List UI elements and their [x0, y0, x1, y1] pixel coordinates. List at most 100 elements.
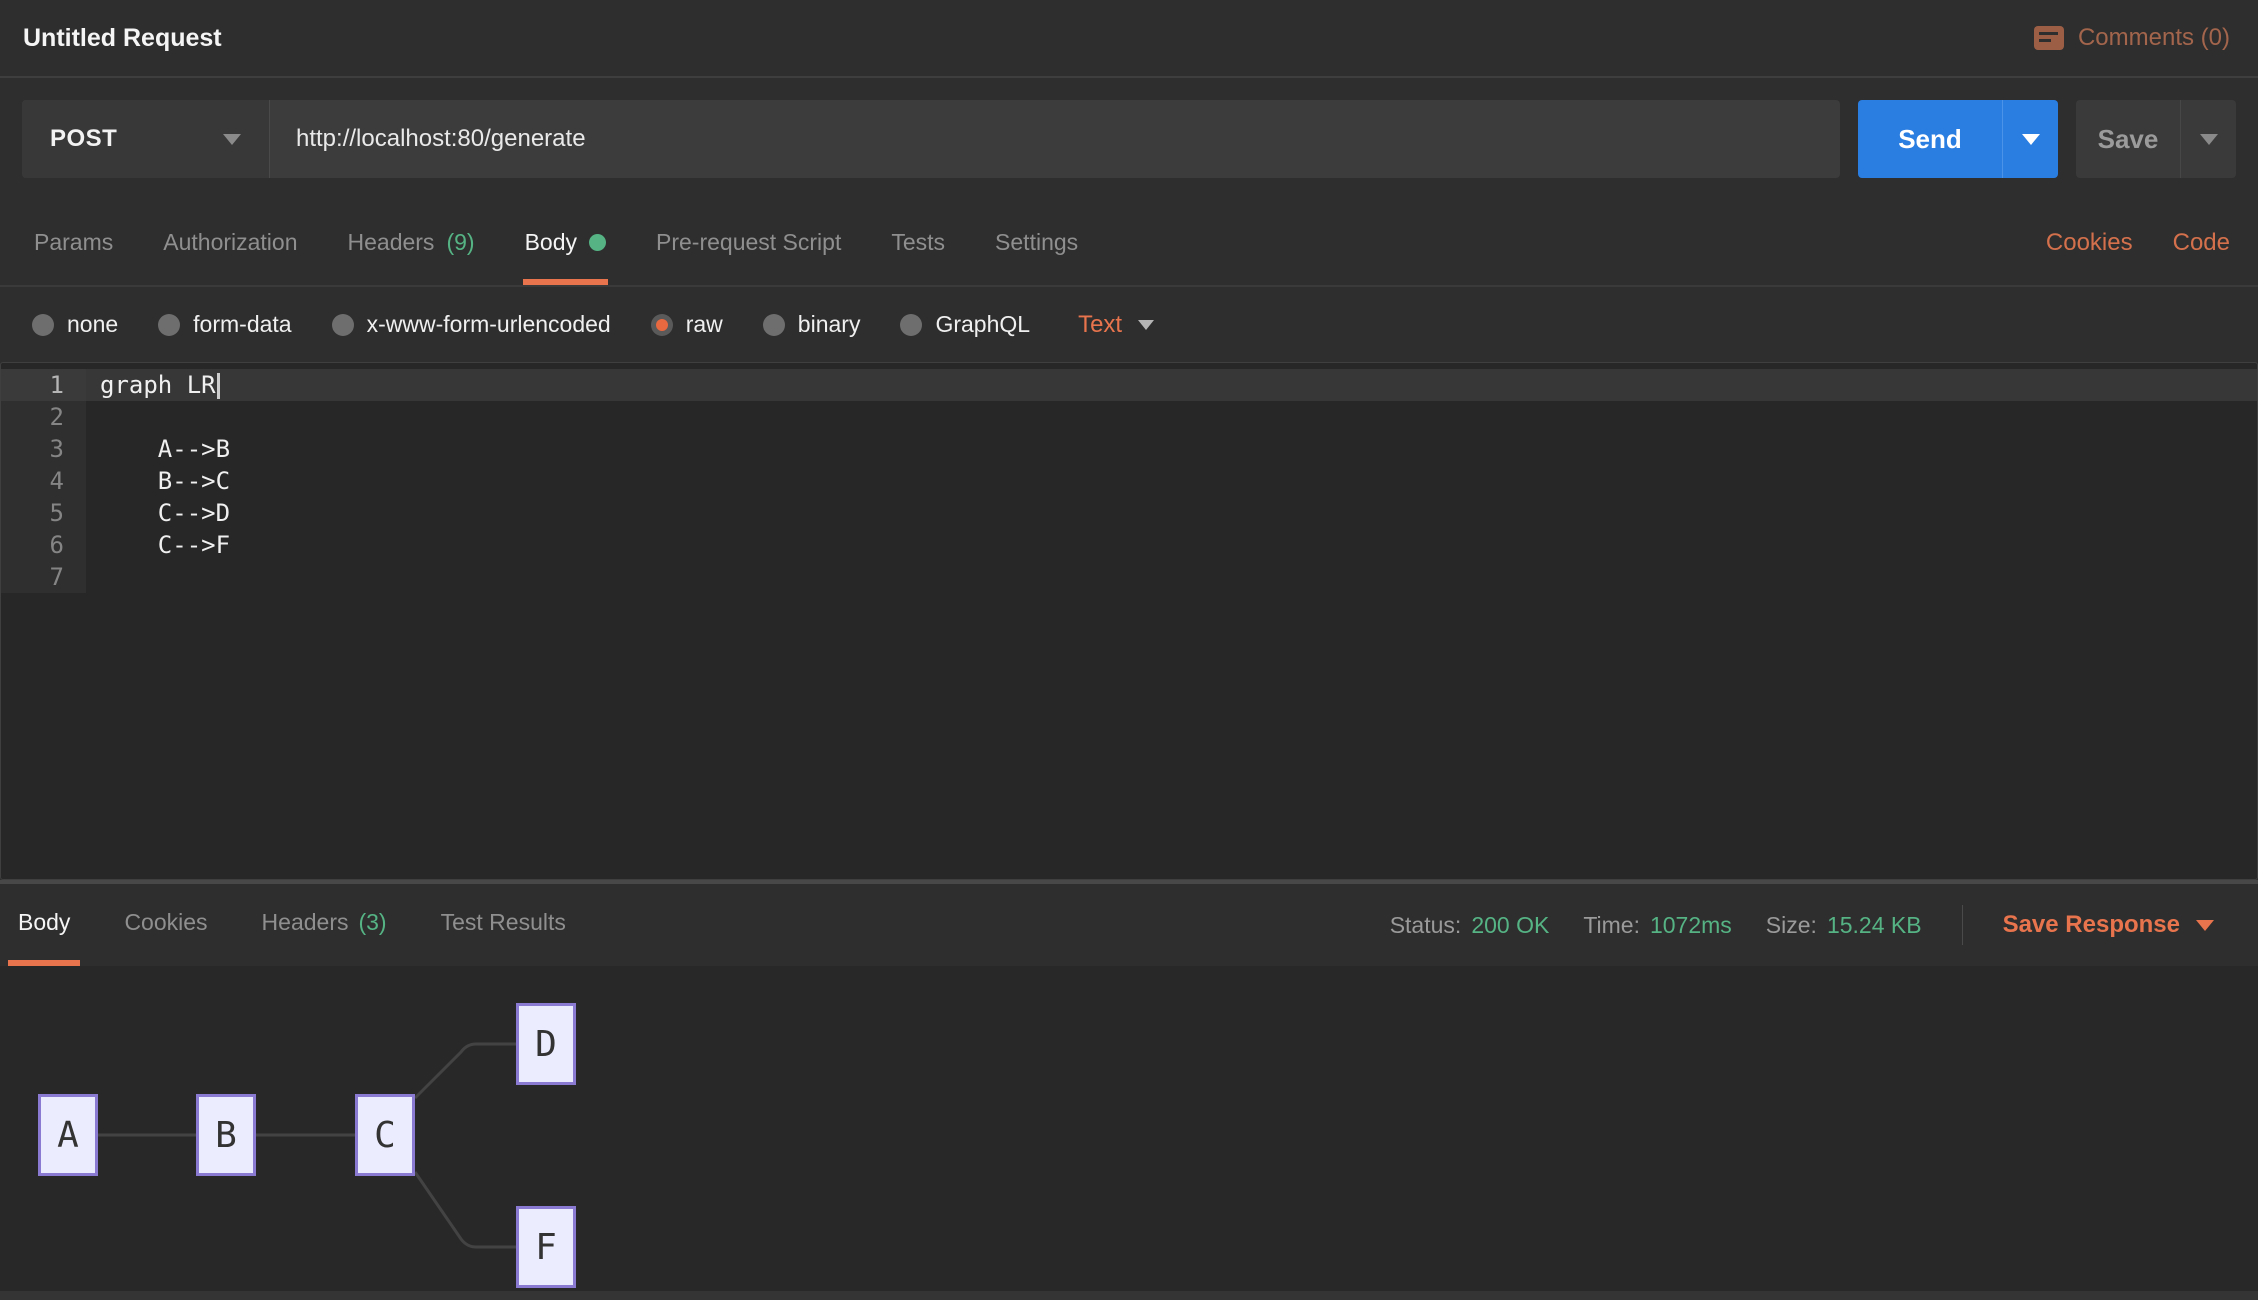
radio-icon	[32, 314, 54, 336]
radio-form-data[interactable]: form-data	[158, 311, 291, 338]
radio-urlencoded-label: x-www-form-urlencoded	[367, 311, 611, 338]
chevron-down-icon	[2200, 134, 2218, 145]
response-tab-cookies[interactable]: Cookies	[114, 884, 217, 966]
radio-binary-label: binary	[798, 311, 861, 338]
tabs-right-links: Cookies Code	[2046, 200, 2230, 285]
graph-node[interactable]: D	[516, 1003, 576, 1085]
text-cursor	[217, 373, 220, 399]
editor-line[interactable]: 2	[1, 401, 2257, 433]
graph-node[interactable]: B	[196, 1094, 256, 1176]
request-body-editor[interactable]: 1 graph LR 2 3 A-->B 4 B-->C 5 C-->D 6 C…	[0, 362, 2258, 880]
code-text	[86, 561, 2257, 593]
format-label: Text	[1078, 311, 1122, 339]
tab-pre-request-script[interactable]: Pre-request Script	[654, 200, 843, 285]
line-number: 1	[1, 369, 86, 401]
save-options-button[interactable]	[2180, 100, 2236, 178]
tab-tests-label: Tests	[891, 229, 945, 256]
method-dropdown[interactable]: POST	[22, 100, 270, 178]
editor-line[interactable]: 7	[1, 561, 2257, 593]
time-label: Time:	[1583, 912, 1640, 939]
headers-count-badge: (9)	[446, 229, 474, 256]
graph-node[interactable]: C	[355, 1094, 415, 1176]
request-bar: POST Send Save	[0, 78, 2258, 200]
response-headers-count-badge: (3)	[358, 909, 386, 936]
send-label: Send	[1858, 100, 2002, 178]
chevron-down-icon	[1138, 320, 1154, 330]
response-tab-test-results[interactable]: Test Results	[431, 884, 576, 966]
code-text	[86, 401, 2257, 433]
radio-icon	[332, 314, 354, 336]
time-value: 1072ms	[1650, 912, 1732, 939]
code-text: graph LR	[86, 369, 2257, 401]
response-tabs: Body Cookies Headers (3) Test Results	[8, 884, 576, 966]
tab-params-label: Params	[34, 229, 113, 256]
request-tabs: Params Authorization Headers (9) Body Pr…	[32, 200, 1080, 285]
tab-params[interactable]: Params	[32, 200, 115, 285]
chevron-down-icon	[2022, 134, 2040, 145]
url-control: POST	[22, 100, 1840, 178]
response-tab-body[interactable]: Body	[8, 884, 80, 966]
tab-authorization[interactable]: Authorization	[161, 200, 299, 285]
tab-body[interactable]: Body	[523, 200, 608, 285]
save-response-button[interactable]: Save Response	[2003, 911, 2214, 939]
graph-node[interactable]: F	[516, 1206, 576, 1288]
radio-none-label: none	[67, 311, 118, 338]
radio-none[interactable]: none	[32, 311, 118, 338]
save-label: Save	[2076, 100, 2180, 178]
code-link[interactable]: Code	[2173, 229, 2230, 257]
tab-settings-label: Settings	[995, 229, 1078, 256]
line-number: 7	[1, 561, 86, 593]
editor-line[interactable]: 5 C-->D	[1, 497, 2257, 529]
response-header: Body Cookies Headers (3) Test Results St…	[0, 884, 2258, 966]
line-number: 2	[1, 401, 86, 433]
title-bar: Untitled Request Comments (0)	[0, 0, 2258, 78]
line-number: 5	[1, 497, 86, 529]
editor-line[interactable]: 1 graph LR	[1, 369, 2257, 401]
tab-headers-label: Headers	[348, 229, 435, 256]
size-label: Size:	[1766, 912, 1817, 939]
body-modified-dot-icon	[589, 234, 606, 251]
url-input[interactable]	[270, 100, 1840, 178]
chevron-down-icon	[223, 134, 241, 145]
line-number: 3	[1, 433, 86, 465]
horizontal-scrollbar[interactable]	[0, 1291, 2258, 1300]
radio-raw[interactable]: raw	[651, 311, 723, 338]
editor-line[interactable]: 3 A-->B	[1, 433, 2257, 465]
response-tab-cookies-label: Cookies	[124, 909, 207, 936]
page-title: Untitled Request	[23, 24, 222, 53]
response-meta: Status: 200 OK Time: 1072ms Size: 15.24 …	[1390, 905, 2214, 945]
radio-form-data-label: form-data	[193, 311, 291, 338]
response-body-viewer[interactable]: A B C D F	[0, 966, 2258, 1300]
code-text: C-->D	[86, 497, 2257, 529]
radio-icon	[763, 314, 785, 336]
code-text: A-->B	[86, 433, 2257, 465]
format-dropdown[interactable]: Text	[1078, 311, 1154, 339]
editor-line[interactable]: 6 C-->F	[1, 529, 2257, 561]
response-tab-body-label: Body	[18, 909, 70, 936]
tab-settings[interactable]: Settings	[993, 200, 1080, 285]
send-options-button[interactable]	[2002, 100, 2058, 178]
tab-headers[interactable]: Headers (9)	[346, 200, 477, 285]
send-button[interactable]: Send	[1858, 100, 2058, 178]
cookies-link[interactable]: Cookies	[2046, 229, 2133, 257]
size-value: 15.24 KB	[1827, 912, 1922, 939]
time-indicator: Time: 1072ms	[1583, 912, 1731, 939]
method-label: POST	[50, 125, 117, 153]
line-number: 6	[1, 529, 86, 561]
editor-line[interactable]: 4 B-->C	[1, 465, 2257, 497]
response-tab-headers[interactable]: Headers (3)	[252, 884, 397, 966]
response-tab-headers-label: Headers	[262, 909, 349, 936]
response-tab-test-results-label: Test Results	[441, 909, 566, 936]
tab-body-label: Body	[525, 229, 577, 256]
radio-icon	[900, 314, 922, 336]
save-button[interactable]: Save	[2076, 100, 2236, 178]
tab-tests[interactable]: Tests	[889, 200, 947, 285]
code-text: B-->C	[86, 465, 2257, 497]
radio-binary[interactable]: binary	[763, 311, 861, 338]
radio-graphql[interactable]: GraphQL	[900, 311, 1030, 338]
comments-button[interactable]: Comments (0)	[2034, 24, 2230, 52]
radio-x-www-form-urlencoded[interactable]: x-www-form-urlencoded	[332, 311, 611, 338]
graph-node[interactable]: A	[38, 1094, 98, 1176]
status-label: Status:	[1390, 912, 1462, 939]
status-value: 200 OK	[1471, 912, 1549, 939]
